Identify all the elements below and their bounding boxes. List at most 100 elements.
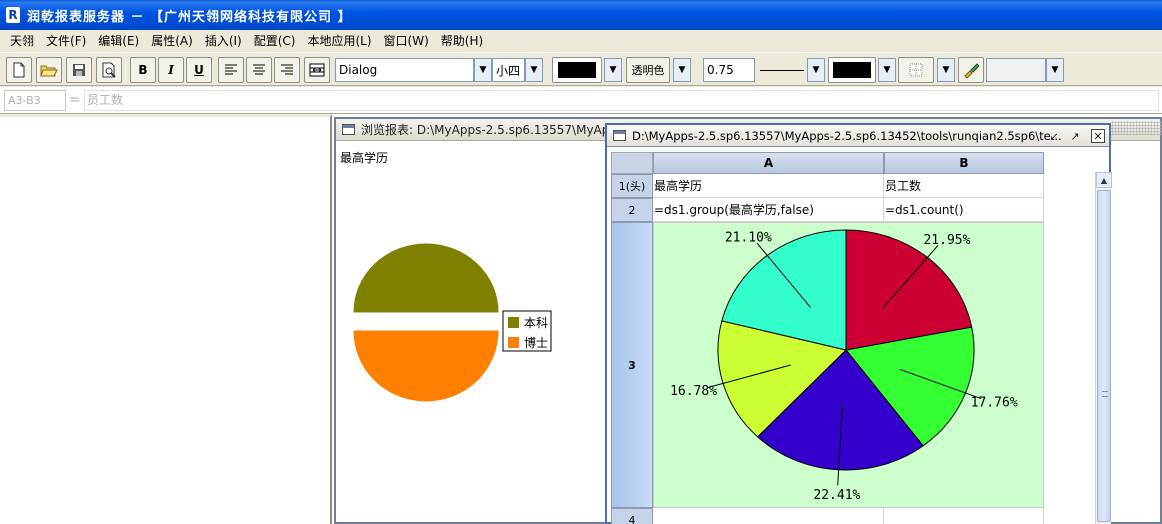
- font-color-button[interactable]: [552, 57, 602, 83]
- bold-button[interactable]: B: [130, 57, 156, 83]
- borders-dropdown-icon[interactable]: ▼: [937, 58, 955, 82]
- column-header-b[interactable]: B: [884, 152, 1044, 174]
- designer-window-titlebar[interactable]: D:\MyApps-2.5.sp6.13557\MyApps-2.5.sp6.1…: [607, 125, 1109, 147]
- menu-tianling[interactable]: 天翎: [4, 32, 40, 49]
- style-select[interactable]: [986, 58, 1046, 82]
- maximize-icon[interactable]: ↗: [1068, 129, 1082, 143]
- line-width-select[interactable]: 0.75: [703, 58, 755, 82]
- new-file-button[interactable]: [6, 57, 32, 83]
- row-header-1[interactable]: 1(头): [611, 174, 653, 198]
- menu-help[interactable]: 帮助(H): [435, 32, 489, 49]
- border-grid-icon: [909, 63, 923, 77]
- formula-bar: A3-B3 = 员工数: [0, 87, 1162, 114]
- format-painter-button[interactable]: [958, 57, 984, 83]
- cell-b4[interactable]: [884, 508, 1044, 524]
- border-color-dropdown-icon[interactable]: ▼: [878, 58, 896, 82]
- menu-config[interactable]: 配置(C): [248, 32, 302, 49]
- pie-slices: [717, 229, 975, 471]
- legend-swatch-bachelor: [508, 317, 519, 328]
- style-dropdown-icon[interactable]: ▼: [1046, 58, 1064, 82]
- scroll-thumb[interactable]: [1097, 190, 1111, 522]
- designer-window: D:\MyApps-2.5.sp6.13557\MyApps-2.5.sp6.1…: [605, 123, 1112, 524]
- transparent-color-button[interactable]: 透明色: [626, 57, 670, 83]
- preview-pie-chart: 本科 博士: [353, 243, 552, 402]
- cell-a2[interactable]: =ds1.group(最高学历,false): [653, 198, 884, 222]
- font-size-dropdown-icon[interactable]: ▼: [525, 58, 543, 82]
- underline-button[interactable]: U: [186, 57, 212, 83]
- menu-edit[interactable]: 编辑(E): [92, 32, 145, 49]
- cell-reference-field[interactable]: A3-B3: [4, 90, 66, 111]
- desktop-dotted-area: [1111, 121, 1162, 135]
- window-titlebar[interactable]: R 润乾报表服务器 － 【广州天翎网络科技有限公司 】: [0, 0, 1162, 30]
- align-left-icon: [225, 64, 237, 75]
- pie-data-label-2: 17.76%: [971, 396, 1018, 411]
- designer-vertical-scrollbar[interactable]: ▲: [1095, 172, 1112, 524]
- designer-window-title: D:\MyApps-2.5.sp6.13557\MyApps-2.5.sp6.1…: [632, 128, 1062, 143]
- menu-insert[interactable]: 插入(I): [199, 32, 248, 49]
- report-grid: A B 1(头) 最高学历 员工数 2 =ds1.group(最高学历,fals…: [611, 152, 1095, 524]
- preview-pie-slice-bachelor: [353, 243, 499, 313]
- minimize-icon[interactable]: ↙: [1047, 129, 1061, 143]
- menu-local-apps[interactable]: 本地应用(L): [301, 32, 377, 49]
- menu-properties[interactable]: 属性(A): [145, 32, 199, 49]
- legend-label-doctor: 博士: [524, 335, 548, 350]
- toolbar: B I U Dialog ▼ 小四 ▼ ▼ 透明色 ▼ 0.75 ▼ ▼ ▼ ▼: [0, 52, 1162, 86]
- window-icon: [613, 130, 626, 141]
- equals-icon: =: [69, 92, 81, 108]
- align-right-button[interactable]: [274, 57, 300, 83]
- grid-corner[interactable]: [611, 152, 653, 174]
- preview-legend: 本科 博士: [502, 310, 552, 352]
- open-file-button[interactable]: [36, 57, 62, 83]
- line-style-dropdown-icon[interactable]: ▼: [807, 58, 825, 82]
- font-family-select[interactable]: Dialog: [335, 58, 474, 82]
- designer-pie-chart: 21.95% 17.76% 22.41% 16.78% 21.10%: [670, 203, 1018, 503]
- menu-window[interactable]: 窗口(W): [378, 32, 435, 49]
- toolbar-separator: [125, 59, 126, 81]
- scroll-grip-icon: [1102, 391, 1108, 397]
- merge-cells-button[interactable]: [304, 57, 330, 83]
- save-icon: [73, 64, 85, 76]
- pie-data-label-1: 21.95%: [923, 233, 970, 248]
- app-root: R 润乾报表服务器 － 【广州天翎网络科技有限公司 】 天翎 文件(F) 编辑(…: [0, 0, 1162, 524]
- print-preview-icon: [102, 62, 116, 78]
- scroll-up-icon[interactable]: ▲: [1096, 172, 1112, 188]
- left-panel: [0, 114, 332, 524]
- align-right-icon: [281, 64, 293, 75]
- font-family-dropdown-icon[interactable]: ▼: [474, 58, 492, 82]
- row-header-2[interactable]: 2: [611, 198, 653, 222]
- formula-input[interactable]: 员工数: [84, 90, 1159, 111]
- folder-open-icon: [40, 65, 58, 77]
- pie-data-label-5: 21.10%: [725, 230, 772, 245]
- align-left-button[interactable]: [218, 57, 244, 83]
- border-color-button[interactable]: [828, 57, 876, 83]
- print-preview-button[interactable]: [96, 57, 122, 83]
- line-style-sample: [760, 70, 804, 71]
- italic-button[interactable]: I: [158, 57, 184, 83]
- chart-cell-a3-b3[interactable]: 21.95% 17.76% 22.41% 16.78% 21.10%: [653, 203, 1044, 508]
- border-color-swatch: [833, 62, 871, 78]
- close-icon[interactable]: ✕: [1091, 129, 1105, 143]
- row-header-4[interactable]: 4: [611, 508, 653, 524]
- paint-brush-icon: [964, 63, 979, 78]
- window-title: 润乾报表服务器 － 【广州天翎网络科技有限公司 】: [27, 9, 352, 25]
- bg-color-dropdown-icon[interactable]: ▼: [673, 58, 691, 82]
- font-color-dropdown-icon[interactable]: ▼: [604, 58, 622, 82]
- new-file-icon: [13, 62, 25, 78]
- pie-data-label-4: 16.78%: [670, 384, 717, 399]
- borders-button[interactable]: [898, 57, 934, 83]
- font-size-select[interactable]: 小四: [492, 58, 525, 82]
- merge-cells-icon: [309, 63, 325, 77]
- cell-a1[interactable]: 最高学历: [653, 174, 884, 198]
- cell-b2[interactable]: =ds1.count(): [884, 198, 1044, 222]
- menu-file[interactable]: 文件(F): [40, 32, 92, 49]
- font-color-swatch: [558, 62, 596, 78]
- save-button[interactable]: [66, 57, 92, 83]
- cell-b1[interactable]: 员工数: [884, 174, 1044, 198]
- preview-window-title: 浏览报表: D:\MyApps-2.5.sp6.13557\MyApps-: [361, 123, 628, 137]
- align-center-button[interactable]: [246, 57, 272, 83]
- row-header-3[interactable]: 3: [611, 222, 653, 508]
- cell-a4[interactable]: [653, 508, 884, 524]
- column-header-a[interactable]: A: [653, 152, 884, 174]
- legend-swatch-doctor: [508, 337, 519, 348]
- app-logo-icon: R: [6, 7, 20, 23]
